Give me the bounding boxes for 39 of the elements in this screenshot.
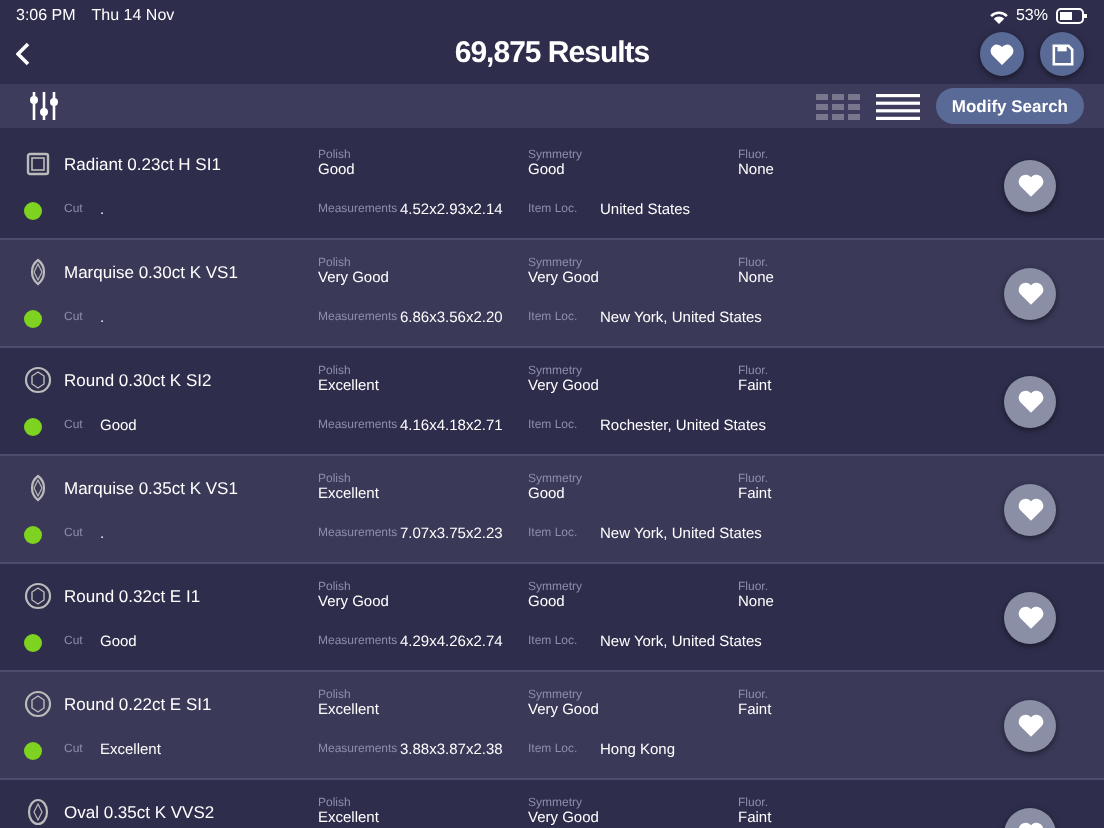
round-gem-icon (24, 582, 52, 610)
save-button[interactable] (1040, 32, 1084, 76)
grid-view-icon[interactable] (815, 93, 860, 119)
favorite-heart-button[interactable] (1004, 484, 1056, 536)
favorite-heart-button[interactable] (1004, 160, 1056, 212)
diamond-title: Round 0.30ct K SI2 (64, 367, 214, 393)
list-view-icon[interactable] (875, 93, 920, 119)
heart-icon (1017, 390, 1043, 414)
status-time: 3:06 PM (16, 4, 76, 28)
diamond-title: Marquise 0.35ct K VS1 (64, 475, 240, 501)
save-icon (1051, 43, 1073, 65)
battery-icon (1056, 8, 1088, 24)
round-gem-icon (24, 366, 52, 394)
diamond-title: Radiant 0.23ct H SI1 (64, 151, 223, 177)
heart-icon (1017, 714, 1043, 738)
favorite-heart-button[interactable] (1004, 700, 1056, 752)
diamond-title: Oval 0.35ct K VVS2 (64, 799, 217, 825)
favorite-heart-button[interactable] (1004, 592, 1056, 644)
round-gem-icon (24, 690, 52, 718)
heart-icon (1017, 606, 1043, 630)
diamond-title: Round 0.32ct E I1 (64, 583, 203, 609)
modify-search-button[interactable]: Modify Search (935, 87, 1084, 125)
diamond-title: Marquise 0.30ct K VS1 (64, 259, 240, 285)
filter-sliders-icon[interactable] (28, 92, 60, 120)
results-title: 69,875 Results (454, 33, 650, 74)
status-date: Thu 14 Nov (91, 4, 175, 28)
oval-gem-icon (24, 798, 52, 826)
battery-percent: 53% (1015, 4, 1048, 28)
heart-icon (1017, 282, 1043, 306)
heart-icon (1017, 498, 1043, 522)
favorites-button[interactable] (980, 32, 1024, 76)
radiant-gem-icon (24, 150, 52, 178)
wifi-icon (989, 9, 1008, 23)
favorite-heart-button[interactable] (1004, 376, 1056, 428)
heart-icon (1017, 174, 1043, 198)
diamond-title: Round 0.22ct E SI1 (64, 691, 214, 717)
favorite-heart-button[interactable] (1004, 268, 1056, 320)
heart-icon (990, 43, 1014, 65)
back-icon[interactable] (16, 42, 30, 66)
